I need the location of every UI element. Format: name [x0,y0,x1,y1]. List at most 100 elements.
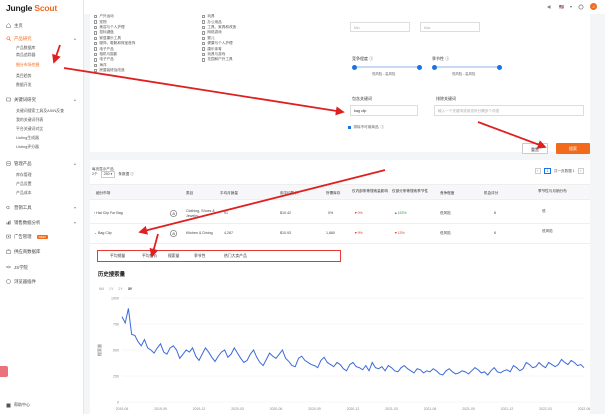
range-tab[interactable]: 2Y [118,287,122,291]
sidebar-sub-niche-hunter[interactable]: 细分市场挖掘 [16,62,39,68]
per-page-select[interactable]: 250 ▾ [100,171,116,178]
competition-slider[interactable] [352,64,422,70]
tab-top-sellers[interactable]: 热门大卖产品 [224,254,247,259]
checkbox[interactable] [202,15,206,19]
sidebar-sub-product-settings[interactable]: 产品设置 [16,181,32,187]
row-name[interactable]: › Hat Clip For Bag [94,211,123,216]
megaphone-icon[interactable] [547,4,553,10]
sidebar-help-center[interactable]: 帮助中心 [6,402,30,408]
checkbox[interactable] [94,52,98,57]
range-tab[interactable]: 1Y [109,287,113,291]
table-row[interactable]: › Hat Clip For Bag a Clothing, Shoes & J… [90,204,590,224]
tab-seasonality[interactable]: 季节性 [194,254,205,259]
range-max-input[interactable]: Max [420,22,480,32]
sidebar-sub-data-dev[interactable]: 数据开发 [16,82,32,88]
category-checkbox-col-2: 玩具 办公用品 工具、家具和改造 网络游戏 婴儿 健康与个人护理 康乐体育 玩具与游戏 花园和户… [202,14,236,63]
row-name[interactable]: ⌄ Bag Clip [94,231,112,236]
checkbox-checked[interactable] [348,126,352,130]
category-checkbox[interactable]: 房屋装修及改造 [94,68,135,73]
category-checkbox[interactable]: 健康与个人护理 [202,41,236,46]
slider-thumb-min[interactable] [352,64,357,70]
search-button[interactable]: 搜索 [556,143,590,154]
chevron-down-icon[interactable]: ▾ [570,4,572,9]
sidebar-item-manage-products[interactable]: 管理产品 ▴ [6,160,76,167]
column-header-category[interactable]: 类目 [186,191,193,196]
pagination-prev-button[interactable]: ‹ [534,168,541,174]
checkbox[interactable] [202,31,206,35]
column-header-seasonality[interactable]: 季节性与月销分布 [538,189,578,194]
sidebar-sub-product-db[interactable]: 产品数据库 [16,45,35,51]
checkbox[interactable] [202,36,206,40]
range-tab[interactable]: 3Y [128,287,132,291]
pagination-page[interactable]: 1 [543,168,551,174]
sidebar-sub-category-trends[interactable]: 类目趋势 [16,73,32,79]
exclude-unavailable-checkbox[interactable]: 排除不可用商品 ⓘ [348,125,384,130]
range-min-input[interactable]: Min [350,22,410,32]
sidebar-item-sales-analytics[interactable]: 销售数据分析 ▾ [6,219,76,226]
flag-icon[interactable]: 🇺🇸 [559,4,564,9]
tab-avg-sales[interactable]: 平均销量 [110,254,125,259]
sidebar-sub-listing-builder[interactable]: Listing生成器 [16,135,39,141]
tab-search-volume[interactable]: 搜索量 [168,254,179,259]
category-checkbox[interactable]: 服饰、鞋靴和珠宝首饰 [94,41,135,46]
sidebar-item-academy[interactable]: JS学院 [6,264,28,271]
checkbox[interactable] [202,25,206,30]
column-header-opportunity-score[interactable]: 机会评分 [484,191,498,196]
checkbox[interactable] [202,58,206,62]
tab-avg-price[interactable]: 平均售价 [142,254,157,259]
checkbox[interactable] [94,68,98,73]
brand-logo[interactable]: Jungle Scout [6,3,57,13]
column-header-search-seasonality[interactable]: 仅部分条等搜索季节性 [392,189,432,194]
reset-button[interactable]: 重置 [522,143,548,154]
feedback-float-button[interactable] [0,366,8,377]
sidebar-sub-my-keywords[interactable]: 我的关键词列表 [16,117,43,123]
sidebar-item-extension[interactable]: 浏览器插件 [6,278,36,285]
checkbox[interactable] [94,58,98,62]
column-header-competition[interactable]: 竞争程度 [440,191,454,196]
checkbox[interactable] [94,20,98,24]
settings-gear-icon[interactable] [578,3,584,10]
checkbox[interactable] [94,31,98,35]
checkbox[interactable] [202,41,206,46]
pagination-next-button[interactable]: › [577,168,584,174]
avatar[interactable]: J [590,3,597,10]
column-header-avg-sales[interactable]: 平均月销量 [220,191,238,196]
sidebar-item-keyword-research[interactable]: 关键词研究 ▴ [6,96,76,103]
checkbox[interactable] [94,41,98,46]
category-checkbox[interactable]: 花园和户外工具 [202,57,236,62]
checkbox[interactable] [202,47,206,51]
slider-thumb-max[interactable] [497,64,502,70]
include-keyword-input[interactable]: bag clip [350,105,418,116]
sidebar-sub-listing-grader[interactable]: Listing评分器 [16,144,39,150]
sidebar-item-marketing[interactable]: 营销工具 ▾ [6,204,76,211]
sidebar-item-home[interactable]: 主页 [6,22,23,29]
checkbox[interactable] [94,36,98,40]
slider-thumb-min[interactable] [432,64,437,70]
checkbox[interactable] [94,63,98,67]
checkbox[interactable] [94,25,98,30]
checkbox[interactable] [202,52,206,57]
sidebar: Jungle Scout 主页 产品研究 ▴ 产品数据库 商品追踪器 细分市场挖… [0,0,84,414]
sidebar-sub-product-cost[interactable]: 产品成本 [16,190,32,196]
seasonality-slider[interactable] [432,64,502,70]
sidebar-item-product-research[interactable]: 产品研究 ▴ [6,35,76,42]
amazon-icon[interactable]: a [170,230,177,237]
exclude-keyword-input[interactable]: 输入一个关键词或用逗号分隔多个词语 [434,105,584,116]
column-header-niche[interactable]: 细分市场 [96,191,110,196]
sidebar-sub-inventory[interactable]: 库存管理 [16,172,32,178]
table-row[interactable]: ⌄ Bag Clip a Kitchen & Dining 4,267 $10.… [90,224,590,244]
sidebar-sub-keyword-scout[interactable]: 关键词搜索工具及ASIN反查 [16,108,64,114]
sidebar-sub-tracker[interactable]: 商品追踪器 [16,52,35,58]
range-tab[interactable]: 6M [99,287,104,291]
checkbox[interactable] [202,20,206,24]
sidebar-item-ads[interactable]: 广告管理 NEW [6,233,48,240]
sidebar-item-supplier-db[interactable]: 供应商数据库 [6,248,40,255]
column-header-avg-price[interactable]: 用平均售价 [280,191,298,196]
sidebar-sub-keyword-compare[interactable]: 平台关键词对比 [16,126,43,132]
amazon-icon[interactable]: a [170,210,177,217]
column-header-stock[interactable]: 所需库存 [326,191,340,196]
checkbox[interactable] [94,47,98,51]
slider-thumb-max[interactable] [417,64,422,70]
column-header-search-impact[interactable]: 仅内部条等搜索量影响 [352,189,388,194]
checkbox[interactable] [94,15,98,19]
